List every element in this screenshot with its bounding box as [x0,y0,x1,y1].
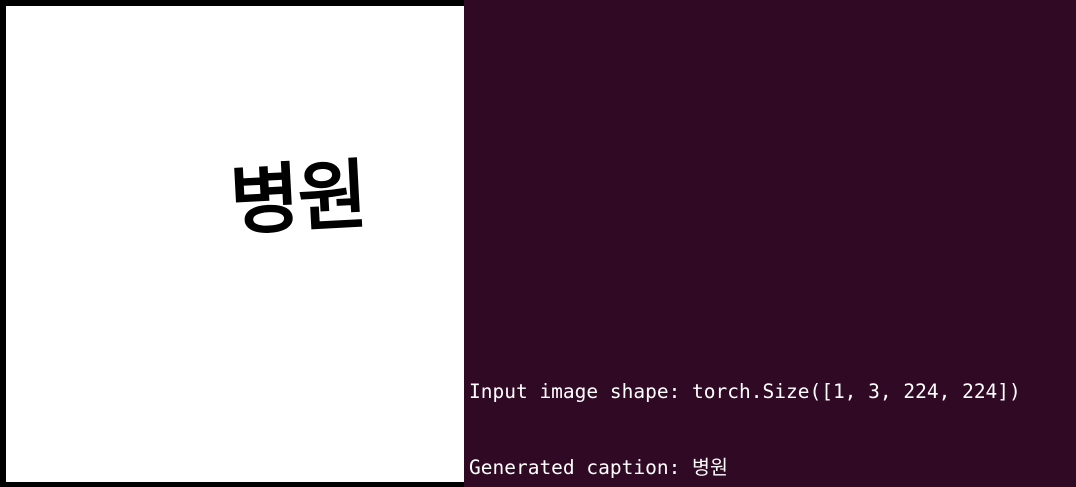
terminal-output-caption-line: Generated caption: 병원 [469,456,728,479]
terminal-output-shape-line: Input image shape: torch.Size([1, 3, 224… [469,380,1021,403]
screenshot-root: 병원 Input image shape: torch.Size([1, 3, … [0,0,1076,487]
terminal-window[interactable]: Input image shape: torch.Size([1, 3, 224… [464,0,1076,487]
input-image-panel: 병원 [6,6,464,482]
handwritten-korean-text: 병원 [227,149,368,246]
